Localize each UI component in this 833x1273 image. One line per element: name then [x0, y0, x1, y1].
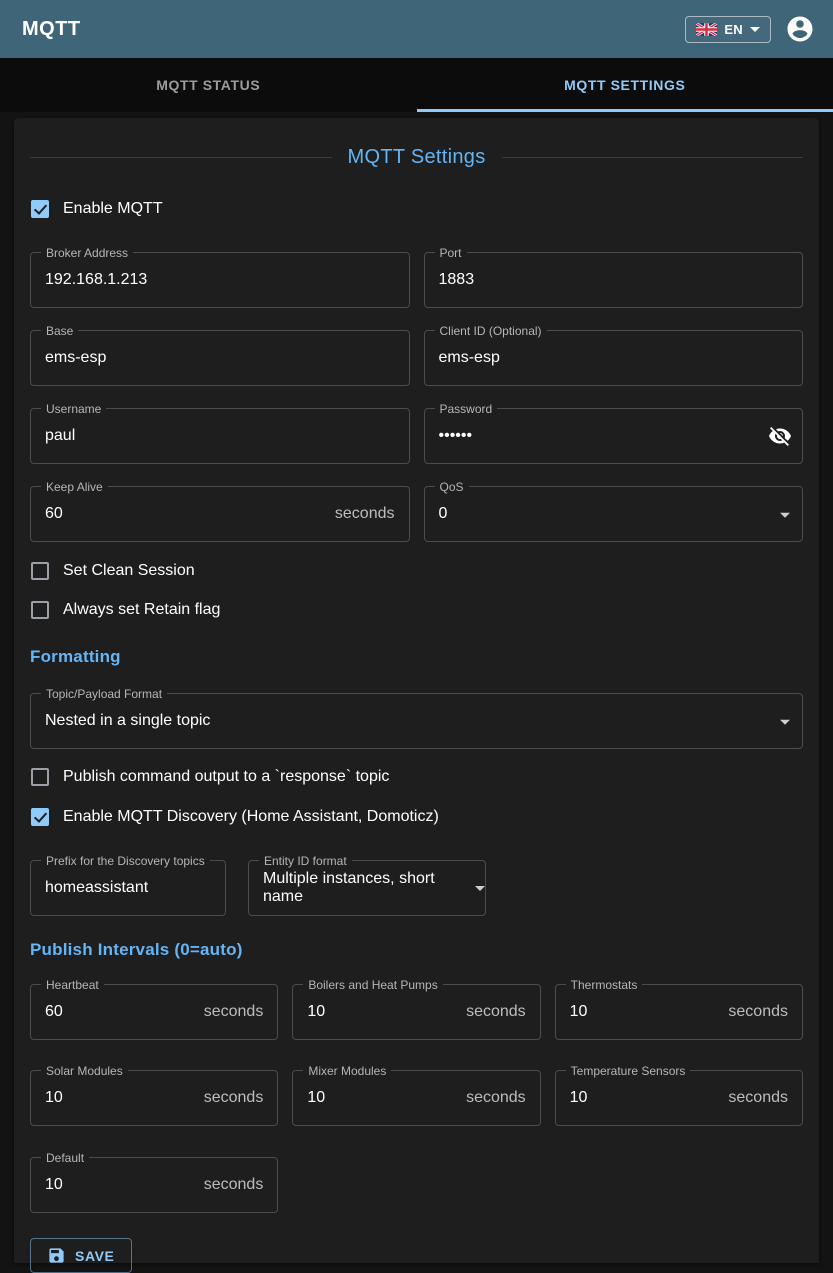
clean-session-label: Set Clean Session [63, 562, 195, 580]
discovery-prefix-field: Prefix for the Discovery topics [30, 860, 226, 916]
heartbeat-input[interactable] [31, 985, 277, 1039]
password-field: Password [424, 408, 804, 464]
discovery-prefix-input[interactable] [31, 861, 225, 915]
temperature-label: Temperature Sensors [566, 1063, 691, 1079]
publish-response-checkbox-row[interactable]: Publish command output to a `response` t… [30, 764, 803, 790]
mqtt-discovery-checkbox-row[interactable]: Enable MQTT Discovery (Home Assistant, D… [30, 804, 803, 830]
page-title-row: MQTT Settings [30, 142, 803, 172]
publish-response-label: Publish command output to a `response` t… [63, 768, 389, 786]
port-label: Port [435, 245, 467, 261]
thermostats-label: Thermostats [566, 977, 643, 993]
thermostats-interval-field: Thermostats seconds [555, 984, 803, 1040]
client-id-label: Client ID (Optional) [435, 323, 547, 339]
language-label: EN [724, 22, 743, 37]
formatting-section-title: Formatting [30, 647, 803, 667]
solar-input[interactable] [31, 1071, 277, 1125]
tab-mqtt-status[interactable]: MQTT STATUS [0, 58, 417, 112]
username-input[interactable] [31, 409, 409, 463]
default-input[interactable] [31, 1158, 277, 1212]
retain-flag-checkbox[interactable] [31, 601, 49, 619]
port-input[interactable] [425, 253, 803, 307]
mqtt-discovery-checkbox[interactable] [31, 808, 49, 826]
mixer-input[interactable] [293, 1071, 539, 1125]
topic-payload-format-select[interactable]: Topic/Payload Format Nested in a single … [30, 693, 803, 749]
clean-session-checkbox[interactable] [31, 562, 49, 580]
retain-flag-label: Always set Retain flag [63, 601, 220, 619]
qos-label: QoS [435, 479, 469, 495]
thermostats-input[interactable] [556, 985, 802, 1039]
mqtt-discovery-label: Enable MQTT Discovery (Home Assistant, D… [63, 808, 439, 826]
topic-payload-format-value: Nested in a single topic [31, 712, 210, 730]
uk-flag-icon [696, 23, 717, 36]
client-id-input[interactable] [425, 331, 803, 385]
temperature-input[interactable] [556, 1071, 802, 1125]
solar-interval-field: Solar Modules seconds [30, 1070, 278, 1126]
enable-mqtt-label: Enable MQTT [63, 200, 163, 218]
entity-id-format-select[interactable]: Entity ID format Multiple instances, sho… [248, 860, 486, 916]
keep-alive-input[interactable] [31, 487, 409, 541]
clean-session-checkbox-row[interactable]: Set Clean Session [30, 558, 803, 584]
password-label: Password [435, 401, 498, 417]
username-field: Username [30, 408, 410, 464]
base-field: Base [30, 330, 410, 386]
entity-id-format-label: Entity ID format [259, 853, 352, 869]
mixer-interval-field: Mixer Modules seconds [292, 1070, 540, 1126]
chevron-down-icon [780, 513, 790, 518]
solar-label: Solar Modules [41, 1063, 128, 1079]
retain-flag-checkbox-row[interactable]: Always set Retain flag [30, 597, 803, 623]
default-interval-field: Default seconds [30, 1157, 278, 1213]
language-selector[interactable]: EN [685, 16, 771, 43]
boilers-label: Boilers and Heat Pumps [303, 977, 442, 993]
enable-mqtt-checkbox-row[interactable]: Enable MQTT [30, 196, 803, 222]
heartbeat-label: Heartbeat [41, 977, 104, 993]
discovery-prefix-label: Prefix for the Discovery topics [41, 853, 210, 869]
topic-payload-format-label: Topic/Payload Format [41, 686, 167, 702]
account-circle-icon [785, 14, 815, 44]
divider [30, 157, 332, 158]
qos-select[interactable]: QoS 0 [424, 486, 804, 542]
chevron-down-icon [475, 886, 485, 891]
base-label: Base [41, 323, 78, 339]
avatar-button[interactable] [785, 14, 815, 44]
visibility-off-icon [768, 424, 792, 448]
app-title: MQTT [22, 18, 81, 41]
enable-mqtt-checkbox[interactable] [31, 200, 49, 218]
keep-alive-field: Keep Alive seconds [30, 486, 410, 542]
chevron-down-icon [780, 720, 790, 725]
page-title: MQTT Settings [348, 146, 486, 169]
mixer-label: Mixer Modules [303, 1063, 391, 1079]
username-label: Username [41, 401, 106, 417]
settings-card: MQTT Settings Enable MQTT Broker Address… [14, 118, 819, 1263]
tab-mqtt-settings[interactable]: MQTT SETTINGS [417, 58, 833, 112]
broker-address-label: Broker Address [41, 245, 133, 261]
boilers-interval-field: Boilers and Heat Pumps seconds [292, 984, 540, 1040]
boilers-input[interactable] [293, 985, 539, 1039]
caret-down-icon [750, 27, 760, 32]
base-input[interactable] [31, 331, 409, 385]
keep-alive-label: Keep Alive [41, 479, 108, 495]
heartbeat-interval-field: Heartbeat seconds [30, 984, 278, 1040]
client-id-field: Client ID (Optional) [424, 330, 804, 386]
port-field: Port [424, 252, 804, 308]
tab-bar: MQTT STATUS MQTT SETTINGS [0, 58, 833, 112]
save-icon [47, 1246, 66, 1265]
save-button-label: SAVE [75, 1248, 115, 1264]
divider [502, 157, 804, 158]
broker-address-input[interactable] [31, 253, 409, 307]
app-header: MQTT EN [0, 0, 833, 58]
save-button[interactable]: SAVE [30, 1238, 132, 1273]
default-label: Default [41, 1150, 89, 1166]
toggle-password-visibility-button[interactable] [768, 424, 792, 448]
password-input[interactable] [425, 409, 803, 463]
temperature-interval-field: Temperature Sensors seconds [555, 1070, 803, 1126]
publish-response-checkbox[interactable] [31, 768, 49, 786]
publish-intervals-section-title: Publish Intervals (0=auto) [30, 940, 803, 960]
broker-address-field: Broker Address [30, 252, 410, 308]
qos-value: 0 [425, 505, 448, 523]
entity-id-format-value: Multiple instances, short name [249, 870, 465, 906]
